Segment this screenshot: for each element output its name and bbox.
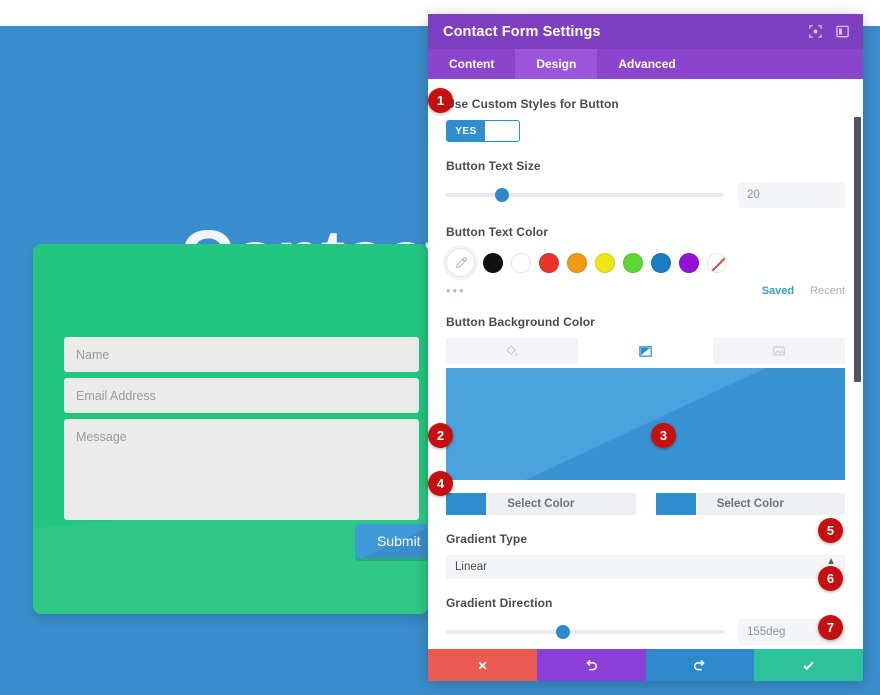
gradient-start-color-button[interactable]: Select Color — [446, 493, 636, 515]
button-background-color-group: Button Background Color Select Color Sel… — [446, 315, 846, 515]
button-text-size-input[interactable]: 20 — [738, 182, 845, 208]
select-color-row: Select Color Select Color — [446, 493, 845, 515]
gradient-end-color-label: Select Color — [716, 498, 784, 510]
gradient-preview[interactable] — [446, 368, 845, 480]
button-background-color-label: Button Background Color — [446, 315, 595, 329]
custom-styles-group: Use Custom Styles for Button YES — [446, 97, 845, 142]
scrollbar-thumb[interactable] — [854, 117, 861, 382]
eyedropper-icon[interactable] — [446, 248, 475, 277]
custom-styles-toggle-label: YES — [455, 125, 477, 137]
custom-styles-toggle[interactable]: YES — [446, 120, 520, 142]
saved-tab[interactable]: Saved — [762, 285, 794, 297]
modal-title: Contact Form Settings — [443, 23, 601, 40]
recent-tab[interactable]: Recent — [810, 285, 845, 297]
annotation-badge-1: 1 — [428, 88, 453, 113]
save-button[interactable] — [754, 649, 863, 681]
modal-tabs: Content Design Advanced — [428, 49, 863, 79]
button-text-color-group: Button Text Color ••• Saved Recent — [446, 225, 845, 298]
contact-form-settings-modal: Contact Form Settings Content Design Adv… — [428, 14, 863, 681]
tab-design[interactable]: Design — [515, 49, 598, 79]
custom-styles-label: Use Custom Styles for Button — [446, 97, 619, 111]
annotation-badge-3: 3 — [651, 423, 676, 448]
swatch-meta-row: ••• Saved Recent — [446, 283, 845, 298]
screenshot-root: Contact Name Email Address Message Submi… — [0, 0, 880, 695]
gradient-direction-label: Gradient Direction — [446, 596, 553, 610]
background-type-tabs — [446, 338, 846, 364]
contact-form-card: Name Email Address Message Submit — [33, 244, 428, 614]
swatch-black[interactable] — [483, 252, 503, 273]
slider-handle[interactable] — [555, 625, 570, 639]
tab-content[interactable]: Content — [428, 49, 515, 79]
gradient-type-value: Linear — [455, 561, 487, 573]
gradient-icon[interactable] — [579, 338, 712, 364]
annotation-badge-2: 2 — [428, 423, 453, 448]
annotation-badge-6: 6 — [818, 566, 843, 591]
gradient-direction-group: Gradient Direction 155deg — [446, 596, 845, 645]
gradient-direction-row: 155deg — [446, 619, 845, 645]
gradient-start-color-label: Select Color — [507, 498, 575, 510]
image-icon[interactable] — [713, 338, 846, 364]
cancel-button[interactable] — [428, 649, 537, 681]
button-text-size-label: Button Text Size — [446, 159, 541, 173]
layout-icon[interactable] — [834, 23, 851, 40]
toggle-knob — [485, 121, 519, 141]
gradient-direction-slider[interactable] — [446, 625, 724, 639]
modal-header-icons — [807, 23, 851, 40]
button-text-size-slider[interactable] — [446, 188, 724, 202]
annotation-badge-5: 5 — [818, 518, 843, 543]
tab-advanced[interactable]: Advanced — [597, 49, 696, 79]
annotation-badge-4: 4 — [428, 471, 453, 496]
swatch-white[interactable] — [511, 252, 531, 273]
submit-button[interactable]: Submit — [355, 524, 428, 558]
paint-bucket-icon[interactable] — [446, 338, 578, 364]
gradient-end-swatch — [655, 493, 696, 515]
button-text-color-label: Button Text Color — [446, 225, 549, 239]
color-swatch-row — [446, 248, 845, 277]
gradient-type-select[interactable]: Linear ▲▼ — [446, 555, 845, 579]
redo-button[interactable] — [645, 649, 755, 681]
button-text-size-group: Button Text Size 20 — [446, 159, 845, 208]
message-field[interactable]: Message — [64, 419, 419, 520]
undo-button[interactable] — [536, 649, 646, 681]
swatch-none[interactable] — [707, 252, 727, 273]
swatch-blue[interactable] — [651, 252, 671, 273]
expand-icon[interactable] — [807, 23, 824, 40]
annotation-badge-7: 7 — [818, 615, 843, 640]
swatch-red[interactable] — [539, 252, 559, 273]
swatch-green[interactable] — [623, 252, 643, 273]
swatch-orange[interactable] — [567, 252, 587, 273]
modal-action-bar — [428, 649, 863, 681]
modal-scrollbar[interactable] — [854, 79, 861, 649]
button-text-size-row: 20 — [446, 182, 845, 208]
gradient-type-label: Gradient Type — [446, 532, 528, 546]
swatch-yellow[interactable] — [595, 252, 615, 273]
more-options-icon[interactable]: ••• — [446, 283, 486, 298]
gradient-start-swatch — [446, 493, 486, 515]
modal-header: Contact Form Settings — [428, 14, 863, 49]
email-field[interactable]: Email Address — [64, 378, 419, 413]
gradient-type-group: Gradient Type Linear ▲▼ — [446, 532, 845, 579]
swatch-purple[interactable] — [679, 252, 699, 273]
slider-handle[interactable] — [494, 188, 509, 202]
name-field[interactable]: Name — [64, 337, 419, 372]
gradient-end-color-button[interactable]: Select Color — [655, 493, 845, 515]
modal-body: Use Custom Styles for Button YES Button … — [428, 79, 863, 649]
